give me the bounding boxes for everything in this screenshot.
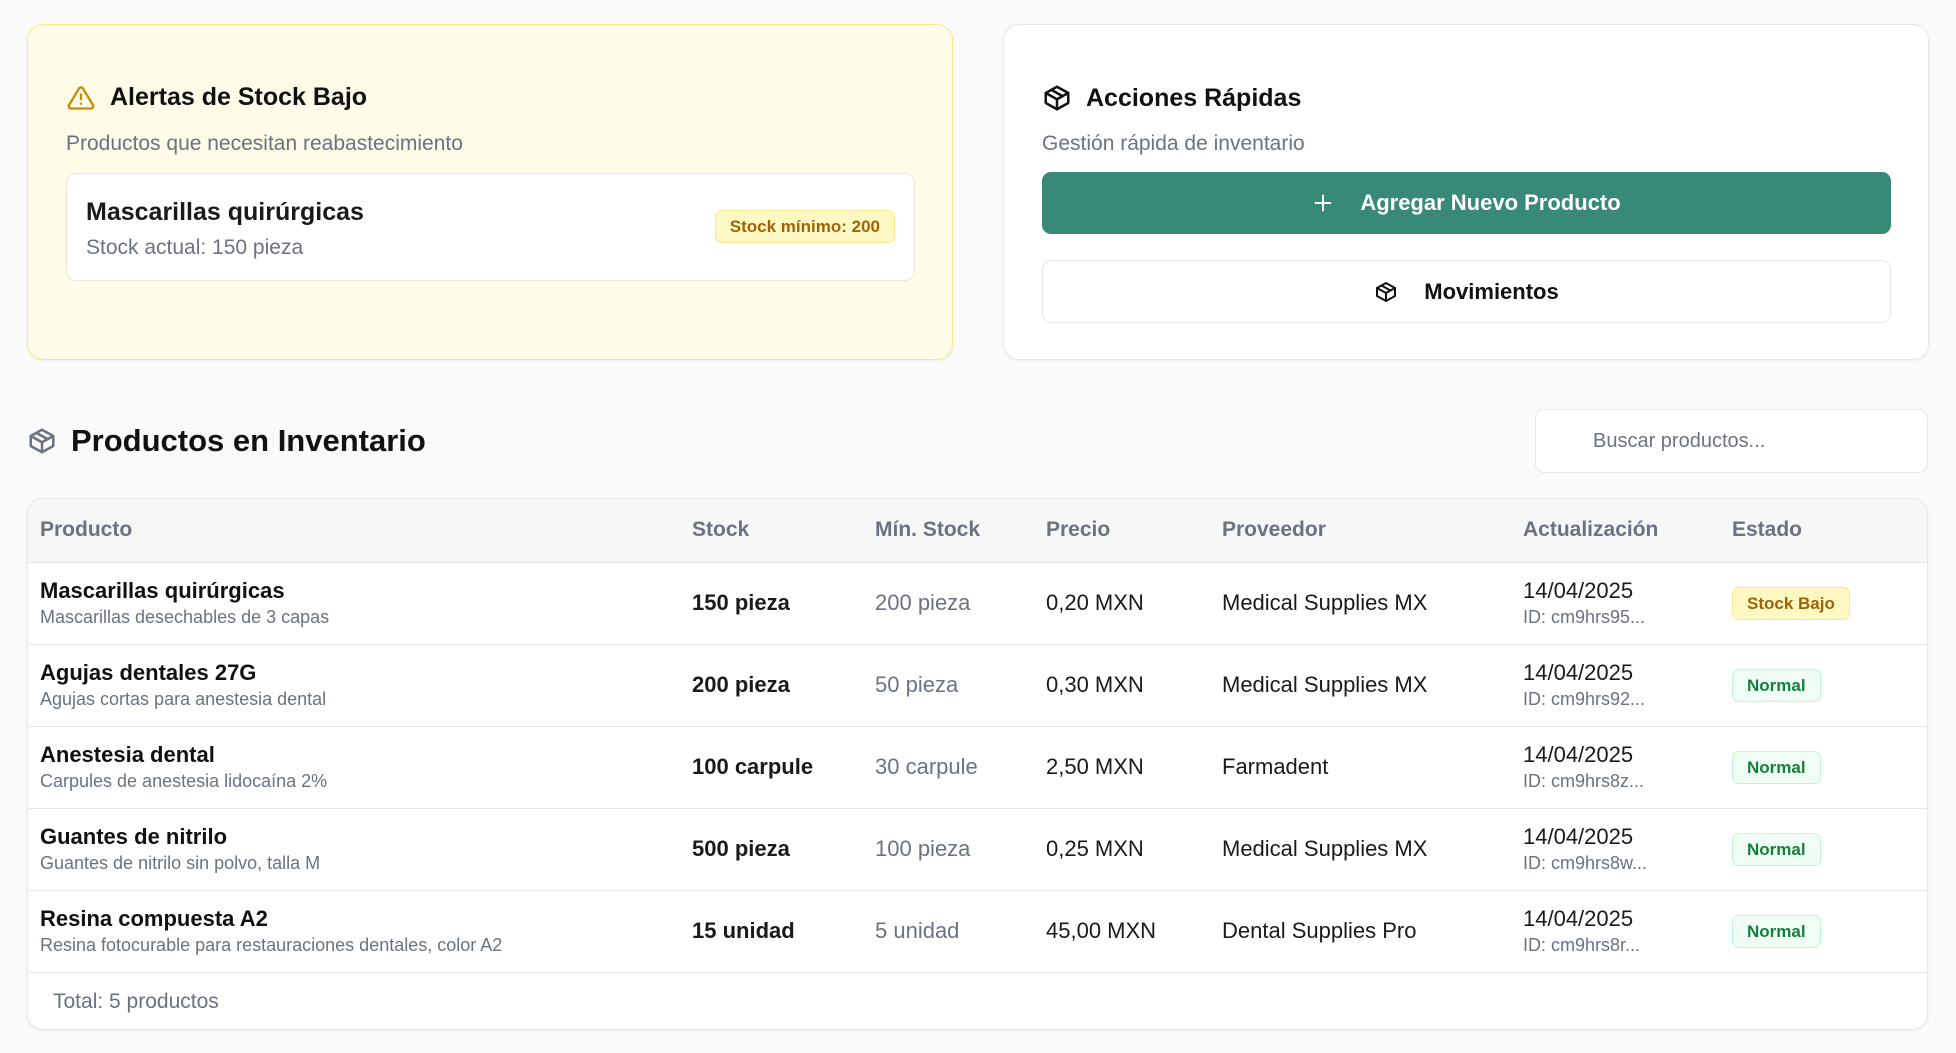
column-header-price[interactable]: Precio xyxy=(1034,499,1210,562)
price-cell: 0,25 MXN xyxy=(1046,836,1144,861)
product-id: ID: cm9hrs92... xyxy=(1523,689,1646,709)
inventory-title-text: Productos en Inventario xyxy=(71,423,426,458)
status-badge: Normal xyxy=(1732,668,1821,702)
supplier-cell: Medical Supplies MX xyxy=(1222,672,1428,697)
inventory-table-card: Producto Stock Mín. Stock Precio Proveed… xyxy=(27,498,1928,1030)
movements-label: Movimientos xyxy=(1424,278,1559,304)
column-header-min-stock[interactable]: Mín. Stock xyxy=(863,499,1034,562)
stock-cell: 100 carpule xyxy=(692,754,814,779)
table-header-row: Producto Stock Mín. Stock Precio Proveed… xyxy=(28,499,1927,562)
price-cell: 2,50 MXN xyxy=(1046,754,1144,779)
low-stock-alerts-card: Alertas de Stock Bajo Productos que nece… xyxy=(27,24,953,360)
alert-item-stock: Stock actual: 150 pieza xyxy=(86,236,304,259)
supplier-cell: Medical Supplies MX xyxy=(1222,590,1428,615)
supplier-cell: Medical Supplies MX xyxy=(1222,836,1428,861)
status-badge: Normal xyxy=(1732,750,1821,784)
status-badge: Normal xyxy=(1732,914,1821,948)
product-name: Guantes de nitrilo xyxy=(40,824,228,849)
status-badge: Stock Bajo xyxy=(1732,586,1850,620)
alerts-title-text: Alertas de Stock Bajo xyxy=(110,83,368,111)
inventory-table: Producto Stock Mín. Stock Precio Proveed… xyxy=(28,499,1927,972)
min-stock-cell: 50 pieza xyxy=(875,672,959,697)
updated-date: 14/04/2025 xyxy=(1523,906,1634,932)
column-header-status[interactable]: Estado xyxy=(1720,499,1927,562)
column-header-product[interactable]: Producto xyxy=(28,499,680,562)
product-id: ID: cm9hrs8r... xyxy=(1523,935,1641,956)
warning-triangle-icon xyxy=(67,85,95,110)
product-desc: Resina fotocurable para restauraciones d… xyxy=(40,935,503,956)
inventory-title: Productos en Inventario xyxy=(27,423,426,459)
quick-actions-title: Acciones Rápidas xyxy=(1042,83,1301,113)
quick-actions-card: Acciones Rápidas Gestión rápida de inven… xyxy=(1003,24,1929,360)
stock-cell: 200 pieza xyxy=(692,672,790,697)
min-stock-cell: 200 pieza xyxy=(875,590,971,615)
min-stock-badge: Stock mínimo: 200 xyxy=(714,210,895,243)
add-product-label: Agregar Nuevo Producto xyxy=(1360,190,1621,215)
product-name: Mascarillas quirúrgicas xyxy=(40,578,285,603)
alert-item-name: Mascarillas quirúrgicas xyxy=(86,198,364,226)
updated-date: 14/04/2025 xyxy=(1523,660,1634,685)
quick-actions-title-text: Acciones Rápidas xyxy=(1086,83,1302,112)
updated-date: 14/04/2025 xyxy=(1523,824,1634,849)
column-header-updated[interactable]: Actualización xyxy=(1511,499,1720,562)
plus-icon xyxy=(1312,192,1334,214)
min-stock-cell: 30 carpule xyxy=(875,754,978,779)
search-input[interactable] xyxy=(1535,409,1928,473)
product-name: Resina compuesta A2 xyxy=(40,906,268,932)
min-stock-cell: 5 unidad xyxy=(875,918,960,944)
status-badge: Normal xyxy=(1732,832,1821,866)
package-icon xyxy=(1044,85,1070,111)
movements-button[interactable]: Movimientos xyxy=(1042,260,1891,323)
supplier-cell: Dental Supplies Pro xyxy=(1222,918,1417,944)
product-desc: Carpules de anestesia lidocaína 2% xyxy=(40,771,328,791)
product-id: ID: cm9hrs8w... xyxy=(1523,853,1648,873)
product-desc: Mascarillas desechables de 3 capas xyxy=(40,607,330,627)
alerts-subtitle: Productos que necesitan reabastecimiento xyxy=(66,132,463,155)
table-row[interactable]: Mascarillas quirúrgicas Mascarillas desec… xyxy=(28,562,1927,644)
column-header-stock[interactable]: Stock xyxy=(680,499,863,562)
updated-date: 14/04/2025 xyxy=(1523,578,1634,603)
product-name: Agujas dentales 27G xyxy=(40,660,257,685)
package-icon xyxy=(29,428,55,454)
table-row[interactable]: Agujas dentales 27G Agujas cortas para an… xyxy=(28,644,1927,726)
table-footer-total: Total: 5 productos xyxy=(28,972,1927,1029)
price-cell: 0,20 MXN xyxy=(1046,590,1144,615)
min-stock-cell: 100 pieza xyxy=(875,836,971,861)
stock-cell: 15 unidad xyxy=(692,918,795,944)
price-cell: 0,30 MXN xyxy=(1046,672,1144,697)
package-icon xyxy=(1374,280,1398,304)
product-desc: Guantes de nitrilo sin polvo, talla M xyxy=(40,853,321,873)
table-row[interactable]: Anestesia dental Carpules de anestesia li… xyxy=(28,726,1927,808)
product-desc: Agujas cortas para anestesia dental xyxy=(40,689,327,709)
add-product-button[interactable]: Agregar Nuevo Producto xyxy=(1042,172,1891,234)
supplier-cell: Farmadent xyxy=(1222,754,1329,779)
table-row[interactable]: Resina compuesta A2 Resina fotocurable pa… xyxy=(28,890,1927,972)
quick-actions-subtitle: Gestión rápida de inventario xyxy=(1042,132,1305,155)
product-name: Anestesia dental xyxy=(40,742,215,767)
product-id: ID: cm9hrs95... xyxy=(1523,607,1646,627)
table-row[interactable]: Guantes de nitrilo Guantes de nitrilo sin… xyxy=(28,808,1927,890)
alert-item[interactable]: Mascarillas quirúrgicas Stock actual: 15… xyxy=(66,173,915,281)
stock-cell: 150 pieza xyxy=(692,590,790,615)
updated-date: 14/04/2025 xyxy=(1523,742,1634,767)
stock-cell: 500 pieza xyxy=(692,836,790,861)
column-header-supplier[interactable]: Proveedor xyxy=(1210,499,1511,562)
alerts-title: Alertas de Stock Bajo xyxy=(66,83,367,112)
price-cell: 45,00 MXN xyxy=(1046,918,1157,944)
product-id: ID: cm9hrs8z... xyxy=(1523,771,1645,791)
